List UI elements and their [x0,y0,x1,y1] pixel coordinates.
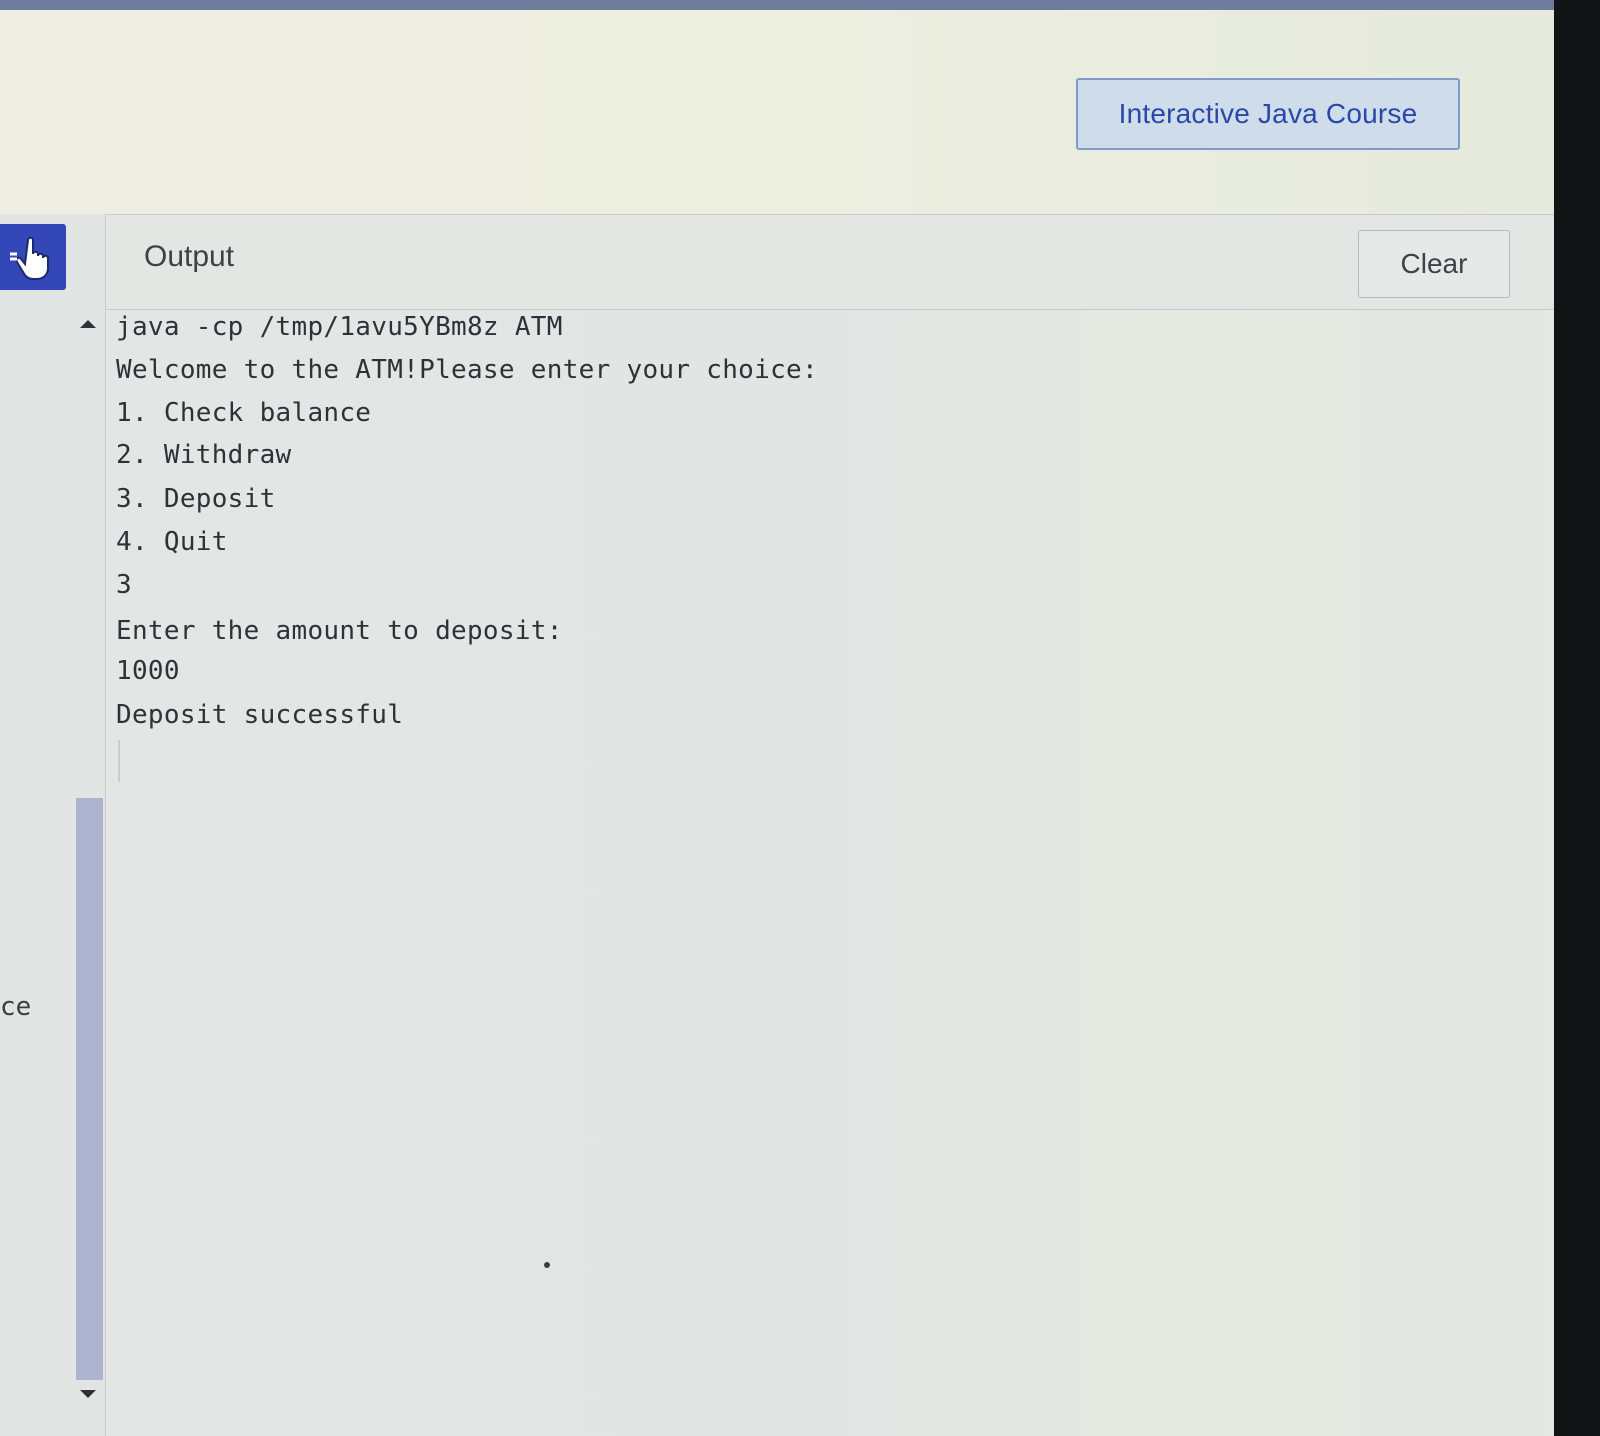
console-line: 3. Deposit [116,484,276,514]
console-line: 4. Quit [116,527,228,557]
monitor-bezel [1554,0,1600,1436]
clear-button[interactable]: Clear [1358,230,1510,298]
hand-pointer-icon [10,236,49,280]
console-line: Welcome to the ATM!Please enter your cho… [116,355,818,385]
triangle-up-icon[interactable] [80,320,96,328]
interactive-java-course-button[interactable]: Interactive Java Course [1076,78,1460,150]
mouse-pointer [544,1262,550,1268]
console-line: Deposit successful [116,700,404,730]
output-panel-header [106,214,1554,310]
console-line: 2. Withdraw [116,440,292,470]
console-line: java -cp /tmp/1avu5YBm8z ATM [116,312,563,342]
left-rail-partial-label: ce [0,992,32,1022]
output-console[interactable] [106,310,1546,1436]
console-line: 1. Check balance [116,398,372,428]
run-button[interactable] [0,224,66,290]
window-top-edge [0,0,1560,10]
console-line: 3 [116,570,132,600]
console-line: Enter the amount to deposit: [116,616,563,646]
text-cursor [118,740,120,782]
console-line: 1000 [116,656,180,686]
output-title: Output [144,240,235,273]
triangle-down-icon[interactable] [80,1390,96,1398]
scrollbar-thumb[interactable] [76,798,103,1380]
screen: Interactive Java Course ce Output Clear … [0,0,1600,1436]
